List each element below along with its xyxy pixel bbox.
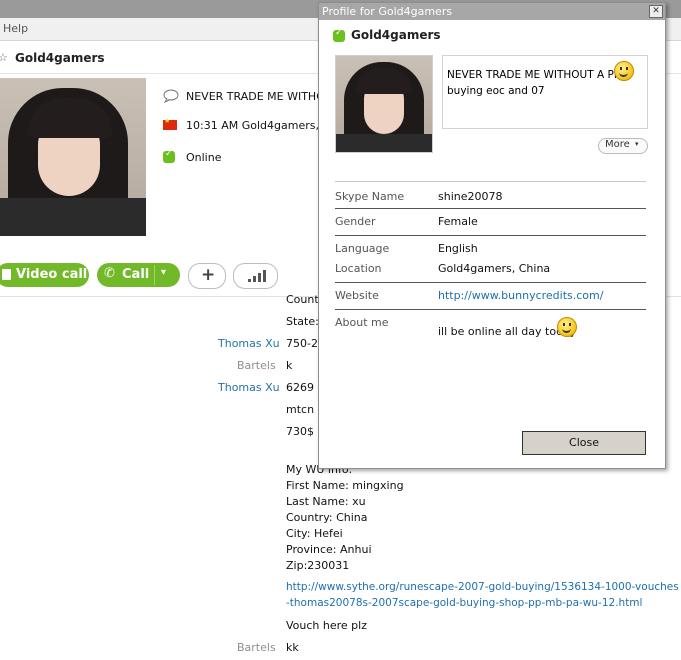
chat-message: State: (286, 315, 319, 328)
mood-line-1: NEVER TRADE ME WITHOUT A PM (447, 69, 623, 81)
field-label: Website (335, 289, 379, 302)
contact-avatar[interactable] (0, 78, 146, 236)
field-value: ill be online all day today (438, 325, 577, 338)
signal-bars-icon (248, 270, 266, 282)
avatar-clothes (0, 198, 146, 236)
field-value: shine20078 (438, 190, 503, 203)
chat-sender[interactable]: Bartels (237, 641, 276, 654)
chat-message: First Name: mingxing (286, 479, 404, 492)
call-label: Call (122, 267, 150, 282)
video-camera-icon (2, 269, 11, 280)
call-button[interactable]: ✆ Call ▾ (97, 263, 180, 287)
status-text: Online (186, 151, 222, 164)
chat-message: Country: China (286, 511, 368, 524)
call-dropdown-icon[interactable]: ▾ (161, 267, 166, 278)
divider (335, 235, 646, 236)
chat-sender[interactable]: Bartels (237, 359, 276, 372)
video-call-label: Video call (16, 267, 88, 282)
call-divider (154, 265, 155, 285)
profile-name: Gold4gamers (351, 28, 441, 42)
dialog-title: Profile for Gold4gamers (322, 5, 453, 18)
favorite-star-icon[interactable]: ☆ (0, 51, 8, 64)
divider (335, 181, 646, 182)
smiley-icon (557, 317, 577, 337)
chat-message: Vouch here plz (286, 619, 367, 632)
chat-sender[interactable]: Thomas Xu (218, 337, 280, 350)
divider (335, 282, 646, 283)
field-value: Female (438, 215, 478, 228)
mood-message-box: NEVER TRADE ME WITHOUT A PM buying eoc a… (442, 55, 648, 129)
chat-message: kk (286, 641, 299, 654)
profile-avatar (335, 55, 433, 153)
close-icon[interactable]: ✕ (649, 5, 663, 18)
smiley-icon (614, 61, 634, 81)
field-label: Location (335, 262, 382, 275)
mood-line-2: buying eoc and 07 (447, 85, 545, 97)
profile-dialog: Profile for Gold4gamers ✕ Gold4gamers NE… (318, 2, 666, 469)
close-button[interactable]: Close (522, 431, 646, 455)
plus-icon: + (201, 265, 216, 285)
field-value: English (438, 242, 478, 255)
chat-message: Zip:230031 (286, 559, 350, 572)
chevron-down-icon: ▾ (635, 140, 639, 148)
field-value: Gold4gamers, China (438, 262, 551, 275)
field-label: About me (335, 316, 389, 329)
add-button[interactable]: + (188, 263, 226, 289)
more-label: More (605, 139, 630, 150)
menu-help[interactable]: Help (3, 22, 28, 35)
online-status-icon (163, 149, 175, 163)
divider (335, 309, 646, 310)
field-label: Skype Name (335, 190, 405, 203)
more-button[interactable]: More ▾ (598, 138, 648, 154)
mood-text: NEVER TRADE ME WITHOUT (186, 90, 340, 103)
website-link[interactable]: http://www.bunnycredits.com/ (438, 289, 603, 302)
video-call-button[interactable]: Video call (0, 263, 89, 287)
chat-message: 730$ (286, 425, 314, 438)
chat-message: Province: Anhui (286, 543, 372, 556)
china-flag-icon (163, 117, 177, 130)
chat-message: Last Name: xu (286, 495, 366, 508)
chat-message: mtcn (286, 403, 315, 416)
speech-bubble-icon (163, 89, 179, 103)
chat-sender[interactable]: Thomas Xu (218, 381, 280, 394)
call-quality-button[interactable] (233, 263, 278, 289)
chat-message: City: Hefei (286, 527, 343, 540)
field-label: Language (335, 242, 390, 255)
local-time-location: 10:31 AM Gold4gamers, Ch (186, 119, 338, 132)
dialog-titlebar[interactable]: Profile for Gold4gamers ✕ (319, 3, 665, 20)
chat-link[interactable]: -thomas20078s-2007scape-gold-buying-shop… (286, 597, 642, 609)
chat-message: k (286, 359, 293, 372)
divider (335, 208, 646, 209)
contact-name: Gold4gamers (15, 51, 105, 65)
online-status-icon (333, 28, 345, 42)
field-label: Gender (335, 215, 376, 228)
phone-icon: ✆ (104, 266, 115, 281)
avatar-clothes (336, 134, 432, 152)
chat-link[interactable]: http://www.sythe.org/runescape-2007-gold… (286, 581, 679, 593)
